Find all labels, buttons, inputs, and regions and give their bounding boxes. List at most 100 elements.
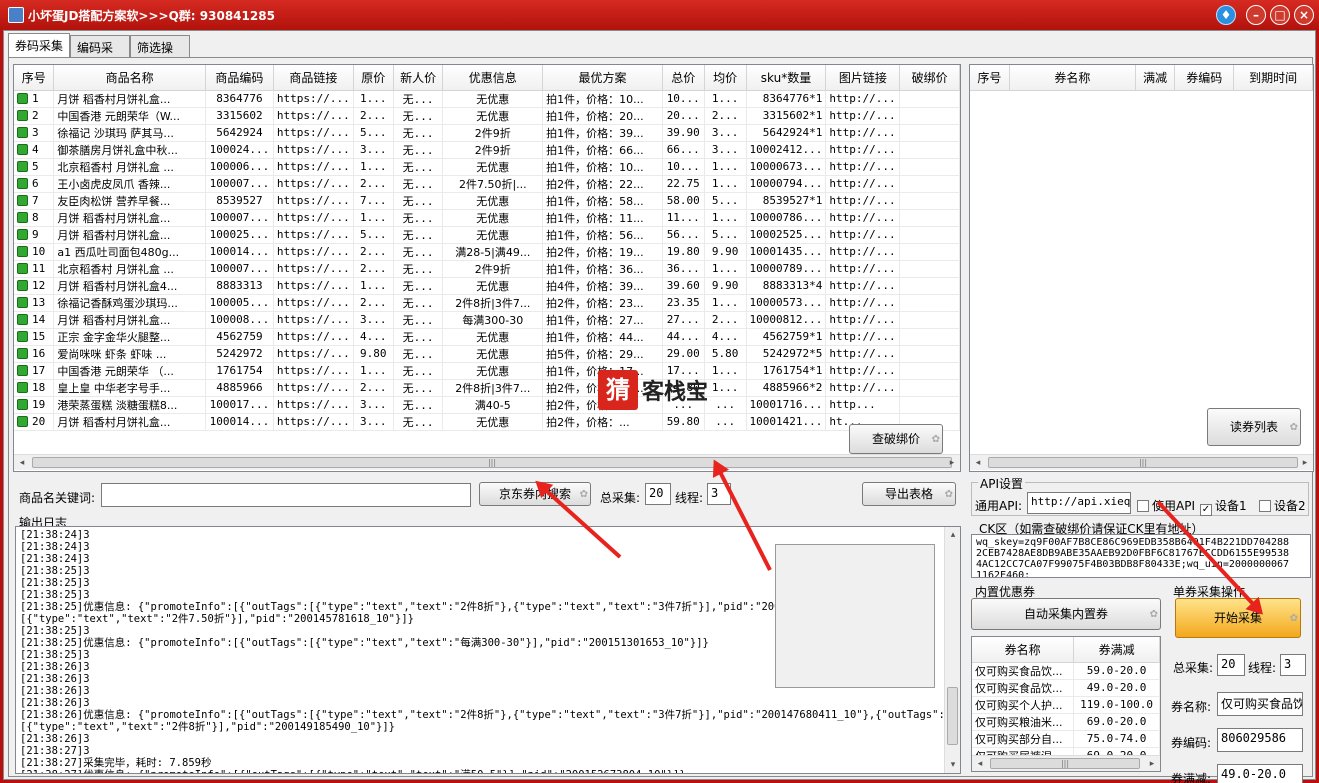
watermark-logo-icon: 猜 [598, 370, 638, 410]
table-row[interactable]: 14 月饼 稻香村月饼礼盒... 100008... https://... 3... 无… [14, 311, 960, 329]
product-column-header[interactable]: 新人价 [393, 65, 444, 91]
product-table-hscroll[interactable]: ◂ ||| ▸ [14, 454, 960, 470]
table-row[interactable]: 2 中国香港 元朗荣华（W... 3315602 https://... 2... 无..… [14, 107, 960, 125]
table-row[interactable]: 仅可购买食品饮... 59.0-20.0 [972, 662, 1160, 680]
table-row[interactable]: 8 月饼 稻香村月饼礼盒... 100007... https://... 1... 无.… [14, 209, 960, 227]
table-cell: 10... [662, 158, 705, 176]
coupon-column-header[interactable]: 序号 [970, 65, 1010, 91]
tab-coupon-collect[interactable]: 券码采集 [8, 33, 70, 57]
check-price-button[interactable]: 查破绑价 ✿ [849, 424, 943, 454]
table-row[interactable]: 12 月饼 稻香村月饼礼盒4... 8883313 https://... 1... 无.… [14, 277, 960, 295]
tab-code-collect[interactable]: 编码采集 [70, 35, 130, 72]
table-cell: 10000794... [746, 175, 827, 193]
table-row[interactable]: 10 a1 西瓜吐司面包480g... 100014... https://... 2.… [14, 243, 960, 261]
coupon-column-header[interactable]: 满减 [1135, 65, 1176, 91]
coupon-table-hscroll[interactable]: ◂ ||| ▸ [970, 454, 1313, 470]
table-row[interactable]: 4 御茶膳房月饼礼盒中秋... 100024... https://... 3... 无.… [14, 141, 960, 159]
table-cell: 100007... [205, 260, 274, 278]
product-column-header[interactable]: 图片链接 [825, 65, 901, 91]
builtin-column-header[interactable]: 券满减 [1073, 637, 1160, 663]
table-cell: 1761754 [205, 362, 274, 380]
product-column-header[interactable]: 破绑价 [899, 65, 960, 91]
start-collect-button[interactable]: 开始采集 ✿ [1175, 598, 1301, 638]
coupon-column-header[interactable]: 到期时间 [1233, 65, 1313, 91]
device1-checkbox[interactable]: ✓ 设备1 [1200, 497, 1247, 516]
table-row[interactable]: 19 港荣蒸蛋糕 淡糖蛋糕8... 100017... https://... 3...… [14, 396, 960, 414]
single-thread-input[interactable]: 3 [1280, 654, 1306, 676]
close-button[interactable]: × [1294, 5, 1314, 25]
table-row[interactable]: 15 正宗 金字金华火腿整... 4562759 https://... 4... 无..… [14, 328, 960, 346]
tab-filter[interactable]: 筛选操作 [130, 35, 190, 72]
product-table[interactable]: 序号 商品名称 商品编码 商品链接 原价 新人价 优惠信息 最优方案 总价 均价 sku*数量 图片链… [13, 64, 961, 472]
coupon-discount-input[interactable]: 49.0-20.0 [1217, 764, 1303, 783]
product-column-header[interactable]: 序号 [14, 65, 55, 91]
general-api-input[interactable]: http://api.xiequ... [1027, 492, 1131, 514]
coupon-column-header[interactable]: 券名称 [1009, 65, 1136, 91]
read-coupons-button[interactable]: 读券列表 ✿ [1207, 408, 1301, 446]
auto-collect-button[interactable]: 自动采集内置券 ✿ [971, 598, 1161, 630]
scroll-right-arrow-icon[interactable]: ▸ [944, 455, 960, 471]
product-column-header[interactable]: 商品名称 [53, 65, 206, 91]
builtin-column-header[interactable]: 券名称 [972, 637, 1075, 663]
product-column-header[interactable]: 商品链接 [273, 65, 354, 91]
table-cell: 39.90 [662, 124, 705, 142]
table-cell: 2... [704, 311, 747, 329]
table-cell: 爱尚咪咪 虾条 虾味 ... [53, 345, 206, 363]
scroll-left-arrow-icon[interactable]: ◂ [14, 455, 30, 471]
coupon-code-input[interactable]: 806029586 [1217, 728, 1303, 752]
maximize-button[interactable]: □ [1270, 5, 1290, 25]
table-row[interactable]: 仅可购买粮油米... 69.0-20.0 [972, 713, 1160, 731]
product-column-header[interactable]: 优惠信息 [442, 65, 544, 91]
log-vscroll[interactable]: ▴ ▾ [944, 527, 960, 773]
table-cell: https://... [273, 413, 354, 431]
table-cell: 北京稻香村 月饼礼盒 ... [53, 260, 206, 278]
builtin-coupon-table[interactable]: 券名称 券满减 仅可购买食品饮... 59.0-20.0 仅可购买食品饮... 49.0… [971, 636, 1161, 772]
product-column-header[interactable]: 总价 [662, 65, 705, 91]
table-row[interactable]: 仅可购买部分自... 75.0-74.0 [972, 730, 1160, 748]
keyword-input[interactable] [101, 483, 471, 507]
product-column-header[interactable]: 均价 [704, 65, 747, 91]
single-total-input[interactable]: 20 [1217, 654, 1245, 676]
table-row[interactable]: 11 北京稻香村 月饼礼盒 ... 100007... https://... 2...… [14, 260, 960, 278]
table-row[interactable]: 1 月饼 稻香村月饼礼盒... 8364776 https://... 1... 无...… [14, 90, 960, 108]
table-row[interactable]: 16 爱尚咪咪 虾条 虾味 ... 5242972 https://... 9.80 无.… [14, 345, 960, 363]
table-row[interactable]: 6 王小卤虎皮凤爪 香辣... 100007... https://... 2... 无.… [14, 175, 960, 193]
product-column-header[interactable]: 原价 [353, 65, 394, 91]
table-row[interactable]: 13 徐福记香酥鸡蛋沙琪玛... 100005... https://... 2... 无… [14, 294, 960, 312]
table-cell: 3... [353, 311, 394, 329]
general-api-label: 通用API: [975, 499, 1023, 513]
log-line: [21:38:26]3 [20, 697, 90, 709]
table-row[interactable]: 9 月饼 稻香村月饼礼盒... 100025... https://... 5... 无.… [14, 226, 960, 244]
total-collect-input[interactable]: 20 [645, 483, 671, 505]
skin-icon[interactable]: ♦ [1216, 5, 1236, 25]
builtin-hscroll[interactable]: ◂ ||| ▸ [972, 755, 1160, 771]
table-cell: 无... [393, 362, 444, 380]
table-cell: 5... [353, 226, 394, 244]
table-cell: https://... [273, 226, 354, 244]
product-column-header[interactable]: 最优方案 [542, 65, 663, 91]
coupon-name-input[interactable]: 仅可购买食品饮 [1217, 692, 1303, 716]
table-cell: 2... [353, 243, 394, 261]
table-cell [899, 328, 960, 346]
ck-textarea[interactable]: wq_skey=zq9F00AF7B8CE86C969EDB358B6401F4… [971, 534, 1311, 578]
device2-checkbox[interactable]: 设备2 [1259, 497, 1306, 514]
table-cell: 拍1件，价格：10... [542, 90, 663, 108]
table-row[interactable]: 仅可购买食品饮... 49.0-20.0 [972, 679, 1160, 697]
table-row[interactable]: 7 友臣肉松饼 营养早餐... 8539527 https://... 7... 无...… [14, 192, 960, 210]
single-thread-label: 线程: [1248, 661, 1277, 675]
coupon-column-header[interactable]: 券编码 [1174, 65, 1235, 91]
export-button[interactable]: 导出表格 ✿ [862, 482, 956, 506]
table-row[interactable]: 17 中国香港 元朗荣华 （... 1761754 https://... 1... 无.… [14, 362, 960, 380]
table-cell: 无优惠 [442, 226, 544, 244]
table-cell: 20 [14, 413, 55, 431]
table-row[interactable]: 18 皇上皇 中华老字号手... 4885966 https://... 2... 无..… [14, 379, 960, 397]
product-column-header[interactable]: 商品编码 [205, 65, 274, 91]
table-cell: 100025... [205, 226, 274, 244]
minimize-button[interactable]: – [1246, 5, 1266, 25]
table-row[interactable]: 20 月饼 稻香村月饼礼盒... 100014... https://... 3... 无… [14, 413, 960, 431]
table-row[interactable]: 3 徐福记 沙琪玛 萨其马... 5642924 https://... 5... 无..… [14, 124, 960, 142]
table-row[interactable]: 仅可购买个人护... 119.0-100.0 [972, 696, 1160, 714]
product-column-header[interactable]: sku*数量 [746, 65, 827, 91]
table-cell: 8364776*1 [746, 90, 827, 108]
table-row[interactable]: 5 北京稻香村 月饼礼盒 ... 100006... https://... 1... 无… [14, 158, 960, 176]
